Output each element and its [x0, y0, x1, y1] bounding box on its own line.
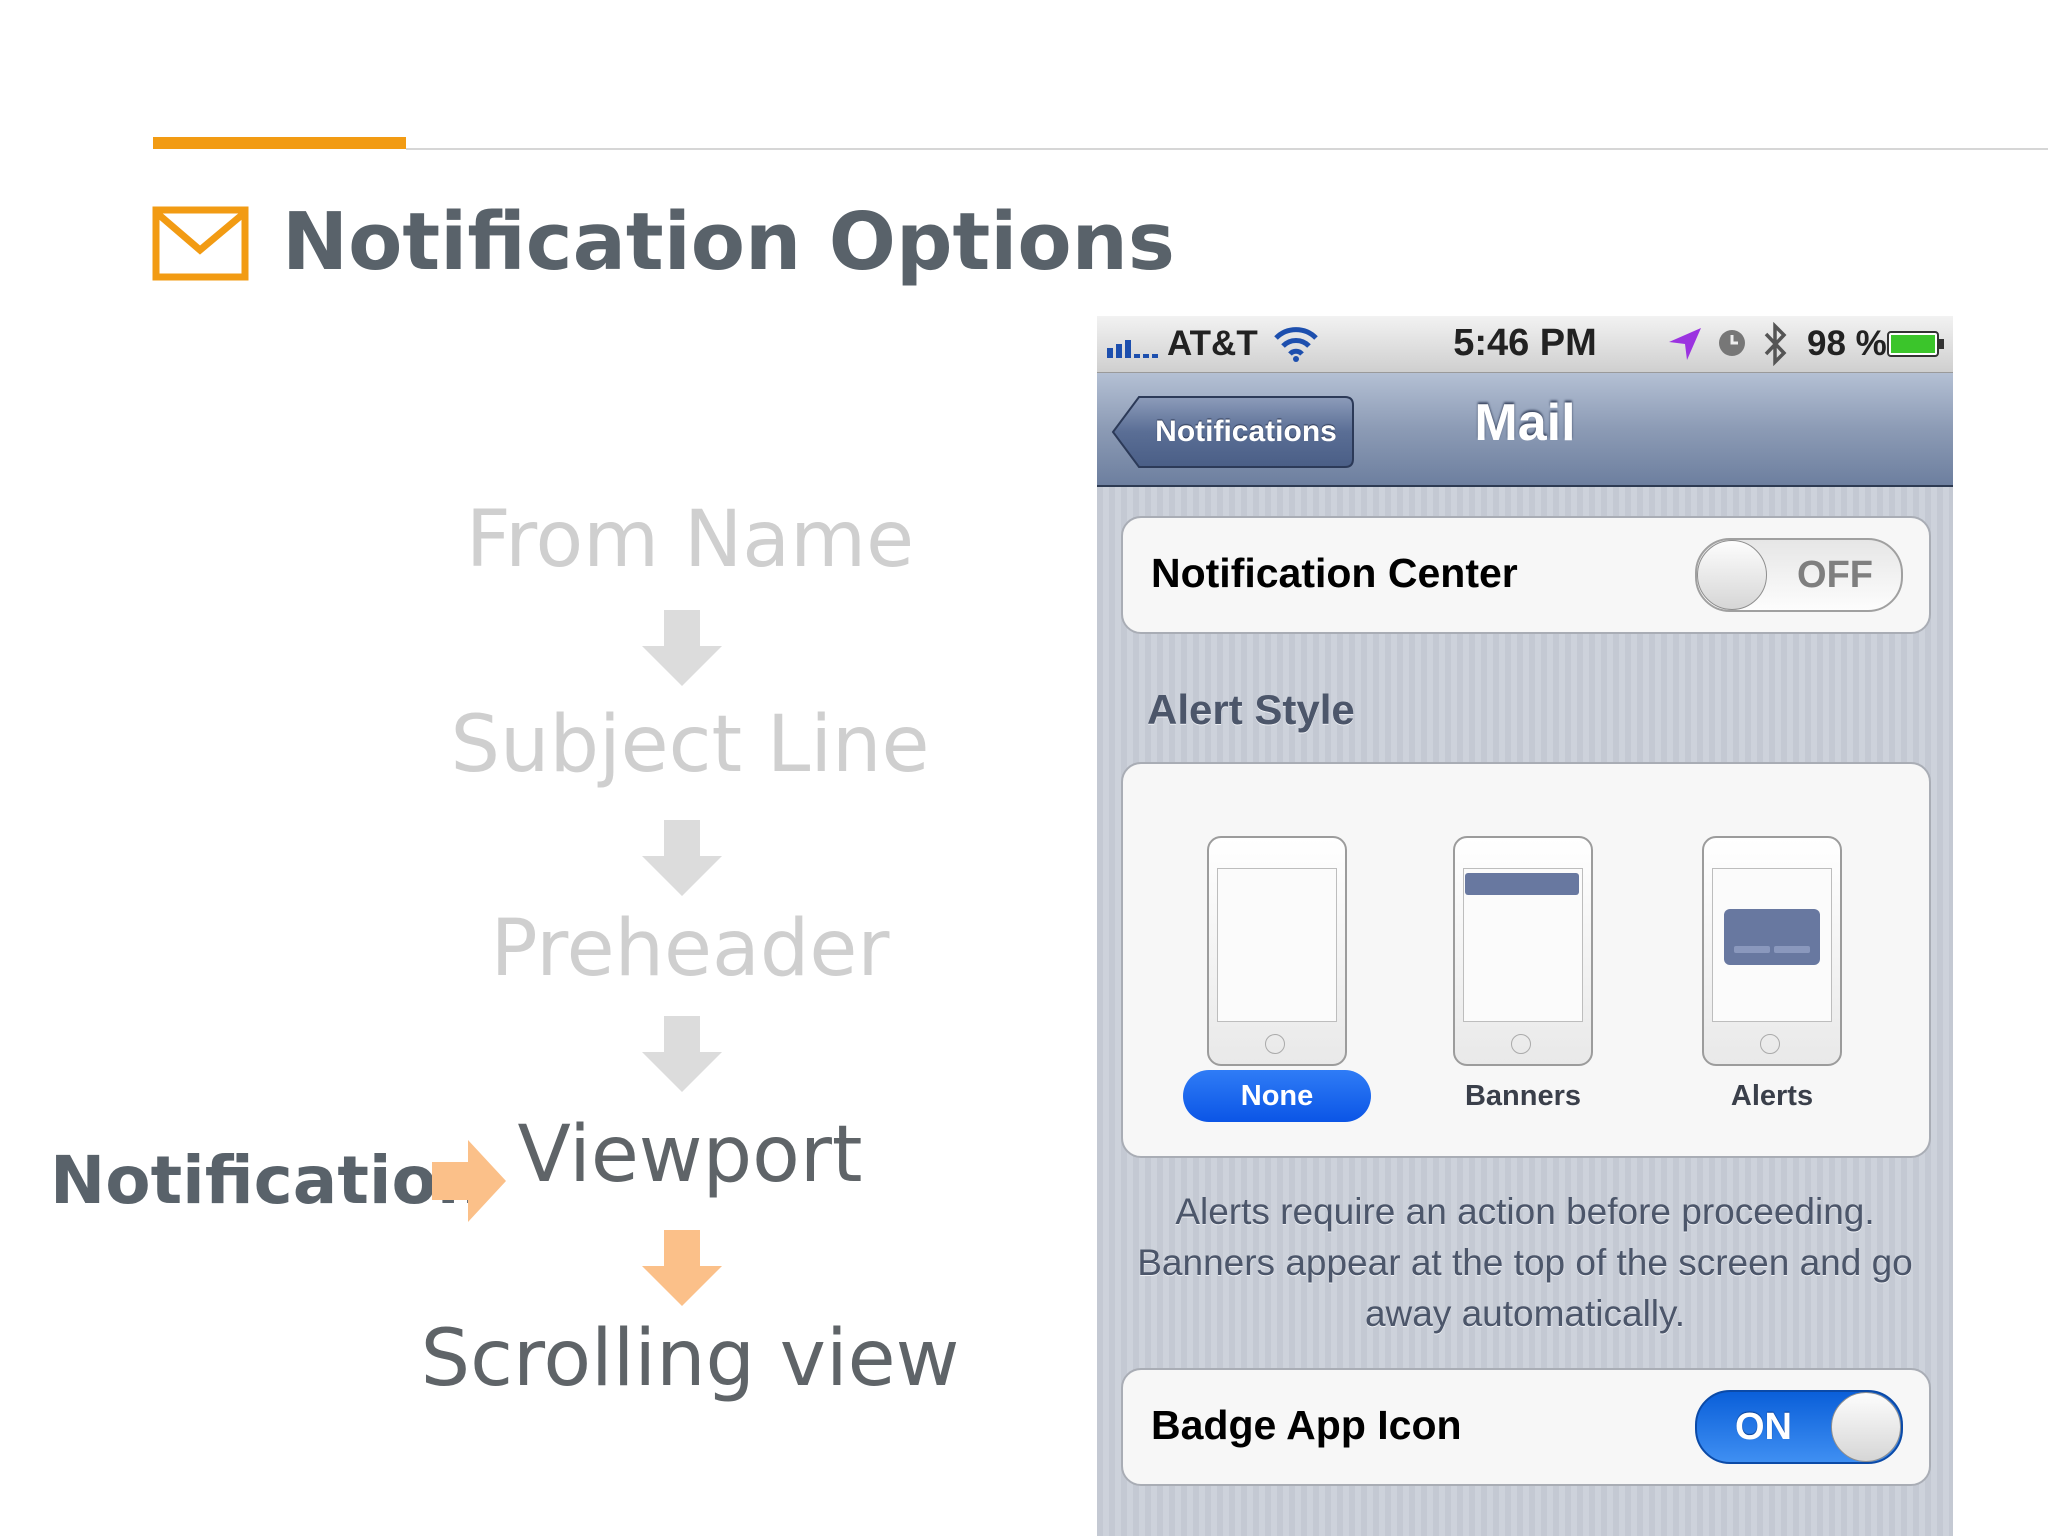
right-arrow-icon	[432, 1140, 506, 1222]
notification-center-label: Notification Center	[1151, 550, 1518, 596]
alert-style-header: Alert Style	[1147, 686, 1355, 733]
alert-style-picker: None Banners Alerts	[1121, 762, 1931, 1158]
phone-preview-icon	[1702, 836, 1842, 1066]
preview-screen	[1463, 868, 1583, 1022]
option-label-none[interactable]: None	[1183, 1070, 1371, 1122]
preview-screen	[1712, 868, 1832, 1022]
banner-preview	[1465, 873, 1579, 895]
phone-preview-icon	[1453, 836, 1593, 1066]
accent-bar	[153, 137, 406, 149]
bluetooth-icon	[1764, 322, 1787, 366]
badge-app-icon-cell: Badge App Icon ON	[1121, 1368, 1931, 1486]
status-bar: AT&T 5:46 PM 98 %	[1097, 316, 1953, 373]
notification-center-cell: Notification Center OFF	[1121, 516, 1931, 634]
home-button-icon	[1511, 1034, 1531, 1054]
envelope-icon	[152, 206, 249, 281]
notification-center-toggle[interactable]: OFF	[1695, 538, 1903, 612]
flow-step-subject-line: Subject Line	[450, 700, 930, 790]
flow-step-scrolling-view: Scrolling view	[420, 1314, 960, 1404]
nav-title: Mail	[1474, 394, 1576, 452]
battery-percent: 98 %	[1807, 324, 1887, 363]
alert-style-description: Alerts require an action before proceedi…	[1137, 1191, 1913, 1334]
battery-icon	[1887, 331, 1944, 357]
clock-icon	[1719, 330, 1745, 356]
badge-app-icon-toggle[interactable]: ON	[1695, 1390, 1903, 1464]
option-label-banners[interactable]: Banners	[1429, 1070, 1617, 1122]
toggle-knob	[1831, 1392, 1901, 1462]
home-button-icon	[1760, 1034, 1780, 1054]
down-arrow-icon	[642, 1230, 722, 1306]
notification-pointer-label: Notification	[50, 1142, 484, 1219]
header-rule	[406, 148, 2048, 150]
phone-screen: AT&T 5:46 PM 98 % Notifications Mail Not…	[1097, 316, 1953, 1536]
flow-step-preheader: Preheader	[490, 904, 890, 994]
down-arrow-icon	[642, 1016, 722, 1092]
toggle-state-label: OFF	[1797, 554, 1873, 596]
toggle-state-label: ON	[1735, 1406, 1792, 1448]
down-arrow-icon	[642, 610, 722, 686]
toggle-knob	[1697, 540, 1767, 610]
location-arrow-icon	[1669, 328, 1701, 360]
down-arrow-icon	[642, 820, 722, 896]
alert-preview	[1724, 909, 1820, 965]
home-button-icon	[1265, 1034, 1285, 1054]
flow-step-from-name: From Name	[465, 495, 915, 585]
slide-title: Notification Options	[282, 196, 1175, 288]
badge-app-icon-label: Badge App Icon	[1151, 1402, 1462, 1448]
option-label-alerts[interactable]: Alerts	[1678, 1070, 1866, 1122]
phone-preview-icon	[1207, 836, 1347, 1066]
navigation-bar: Notifications Mail	[1097, 373, 1953, 487]
preview-screen	[1217, 868, 1337, 1022]
